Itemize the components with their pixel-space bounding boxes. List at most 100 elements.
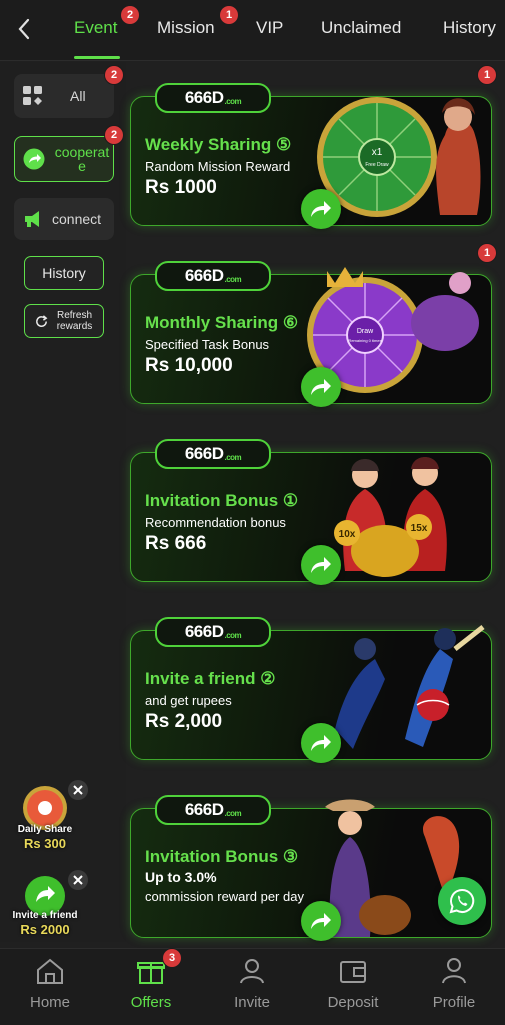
brand-logo: 666D .com — [155, 795, 271, 825]
card-badge: 1 — [478, 244, 496, 262]
event-card-weekly-sharing[interactable]: 666D .com Weekly Sharing ⑤ Random Mission… — [130, 83, 492, 229]
card-subtitle-detail: commission reward per day — [145, 889, 304, 904]
sidebar-item-connect[interactable]: connect — [14, 198, 114, 240]
close-floater-button[interactable] — [68, 780, 88, 800]
logo-text: 666D — [184, 266, 224, 285]
logo-suffix: .com — [224, 808, 242, 818]
bottom-navigation: Home Offers 3 Invite Deposit Profile — [0, 948, 505, 1025]
share-button[interactable] — [301, 367, 341, 407]
history-button-label: History — [42, 265, 86, 281]
card-title: Weekly Sharing ⑤ — [145, 135, 292, 154]
tab-mission-label: Mission — [157, 18, 215, 37]
brand-logo: 666D .com — [155, 439, 271, 469]
card-amount: Rs 1000 — [145, 177, 217, 198]
nav-home[interactable]: Home — [10, 957, 90, 1011]
sidebar-item-label: cooperate — [54, 144, 110, 174]
tab-history[interactable]: History — [443, 18, 496, 38]
chevron-left-icon — [18, 18, 30, 40]
card-amount: Rs 666 — [145, 533, 207, 554]
wheel-caption: Remaining 0 times — [348, 338, 381, 343]
top-tab-bar: Event 2 Mission 1 VIP Unclaimed History — [0, 0, 505, 61]
share-arrow-icon — [311, 379, 331, 395]
logo-suffix: .com — [224, 630, 242, 640]
card-title: Invitation Bonus ① — [145, 491, 299, 510]
card-subtitle: Specified Task Bonus — [145, 337, 270, 352]
refresh-rewards-button[interactable]: Refresh rewards — [24, 304, 104, 338]
sidebar-item-cooperate[interactable]: cooperate — [14, 136, 114, 182]
refresh-rewards-label: Refresh rewards — [56, 310, 93, 332]
nav-label: Offers — [130, 994, 172, 1011]
sidebar-cooperate-badge: 2 — [105, 126, 123, 144]
tab-mission-badge: 1 — [220, 6, 238, 24]
nav-label: Deposit — [327, 994, 379, 1011]
nav-profile[interactable]: Profile — [414, 957, 494, 1011]
multiplier-chip-15x: 15x — [411, 523, 428, 534]
share-arrow-icon — [311, 201, 331, 217]
wheel-caption: Free Draw — [365, 162, 389, 168]
whatsapp-icon — [449, 888, 475, 914]
brand-logo: 666D .com — [155, 617, 271, 647]
sidebar-item-label: All — [70, 88, 86, 104]
profile-icon — [442, 958, 466, 984]
daily-share-floater[interactable]: Daily Share Rs 300 — [8, 780, 88, 854]
share-arrow-icon — [311, 913, 331, 929]
tab-unclaimed[interactable]: Unclaimed — [321, 18, 401, 38]
share-button[interactable] — [301, 901, 341, 941]
tab-event[interactable]: Event — [74, 18, 117, 38]
refresh-icon — [35, 314, 47, 327]
event-card-invite-friend[interactable]: 666D .com Invite a friend ② and get rupee… — [130, 617, 492, 763]
floater-amount: Rs 300 — [24, 836, 66, 851]
brand-logo: 666D .com — [155, 83, 271, 113]
tab-event-label: Event — [74, 18, 118, 37]
sidebar-item-label: connect — [52, 211, 102, 227]
brand-logo: 666D .com — [155, 261, 271, 291]
home-icon — [37, 958, 63, 984]
gift-icon — [137, 962, 165, 984]
card-subtitle-rate: Up to 3.0% — [145, 869, 217, 885]
invite-friend-floater[interactable]: Invite a friend Rs 2000 — [8, 870, 88, 942]
card-amount: Rs 10,000 — [145, 355, 233, 376]
event-card-invitation-bonus[interactable]: 666D .com Invitation Bonus ① Recommendati… — [130, 439, 492, 585]
share-button[interactable] — [301, 545, 341, 585]
sidebar-all-badge: 2 — [105, 66, 123, 84]
logo-text: 666D — [184, 88, 224, 107]
share-arrow-icon — [311, 735, 331, 751]
card-subtitle: Recommendation bonus — [145, 515, 286, 530]
users-icon — [240, 959, 264, 984]
history-button[interactable]: History — [24, 256, 104, 290]
wheel-multiplier: x1 — [372, 147, 383, 158]
share-button[interactable] — [301, 189, 341, 229]
event-card-monthly-sharing[interactable]: 666D .com Monthly Sharing ⑥ Specified Tas… — [130, 261, 492, 407]
sidebar-item-all[interactable]: All — [14, 74, 114, 118]
nav-deposit[interactable]: Deposit — [313, 957, 393, 1011]
logo-text: 666D — [184, 622, 224, 641]
nav-label: Invite — [234, 994, 270, 1011]
wheel-draw-label: Draw — [357, 328, 374, 335]
tab-mission[interactable]: Mission — [157, 18, 215, 38]
tab-event-badge: 2 — [121, 6, 139, 24]
logo-text: 666D — [184, 444, 224, 463]
close-floater-button[interactable] — [68, 870, 88, 890]
nav-label: Home — [29, 994, 70, 1011]
grid-icon — [23, 86, 42, 105]
floater-label: Invite a friend — [12, 910, 78, 921]
nav-offers[interactable]: Offers — [111, 957, 191, 1011]
tab-unclaimed-label: Unclaimed — [321, 18, 402, 37]
tab-vip[interactable]: VIP — [256, 18, 283, 38]
card-subtitle: Random Mission Reward — [145, 159, 291, 174]
tab-vip-label: VIP — [256, 18, 284, 37]
active-tab-indicator — [74, 56, 120, 59]
close-icon — [73, 875, 83, 885]
megaphone-icon — [25, 211, 39, 227]
card-title: Invitation Bonus ③ — [145, 847, 299, 866]
floater-amount: Rs 2000 — [20, 922, 70, 937]
event-card-invitation-commission[interactable]: 666D .com Invitation Bonus ③ Up to 3.0% c… — [130, 795, 492, 941]
card-title: Monthly Sharing ⑥ — [145, 313, 299, 332]
card-badge: 1 — [478, 66, 496, 84]
whatsapp-button[interactable] — [438, 877, 486, 925]
nav-offers-badge: 3 — [163, 949, 181, 967]
nav-invite[interactable]: Invite — [212, 957, 292, 1011]
close-icon — [73, 785, 83, 795]
share-button[interactable] — [301, 723, 341, 763]
back-button[interactable] — [10, 14, 38, 44]
